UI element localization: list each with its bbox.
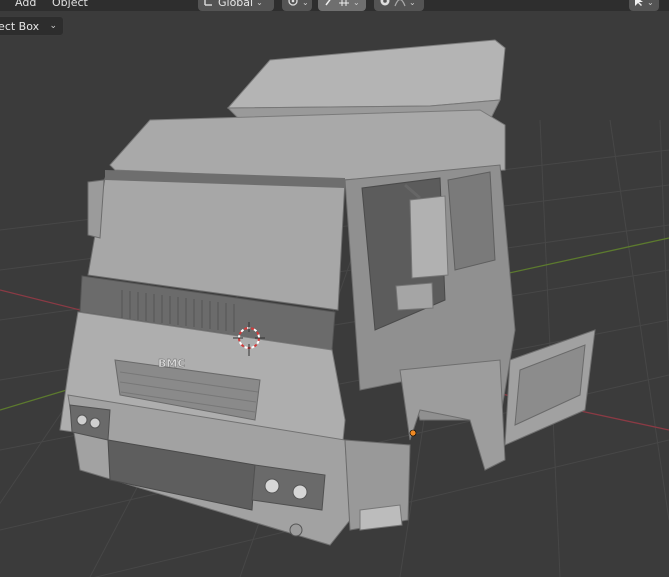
proportional-editing-icon	[379, 0, 391, 10]
snap-grid-icon	[338, 0, 350, 10]
select-mode-label: lect Box	[0, 19, 40, 33]
chevron-down-icon: ⌄	[353, 0, 360, 7]
logo-text: BMC	[158, 357, 185, 370]
select-tool-dropdown[interactable]: ⌄	[629, 0, 659, 11]
chevron-down-icon: ⌄	[49, 21, 57, 31]
proportional-editing-toggle[interactable]: ⌄	[374, 0, 424, 11]
chevron-down-icon: ⌄	[256, 0, 263, 7]
falloff-curve-icon	[394, 0, 406, 10]
transform-orientation-icon	[203, 0, 215, 10]
pivot-point-icon	[287, 0, 299, 10]
select-mode-dropdown[interactable]: lect Box ⌄	[0, 16, 64, 36]
snapping-toggle[interactable]: ⌄	[318, 0, 366, 11]
viewport-canvas[interactable]: BMC	[0, 0, 669, 577]
3d-viewport[interactable]: BMC	[0, 0, 669, 577]
object-origin-icon	[409, 429, 417, 437]
transform-orientation-label: Global	[218, 0, 254, 9]
cursor-arrow-icon	[634, 0, 644, 10]
snap-magnet-icon	[323, 0, 335, 10]
chevron-down-icon: ⌄	[409, 0, 416, 7]
menu-object[interactable]: Object	[52, 0, 88, 11]
truck-cab-mesh[interactable]: BMC	[59, 39, 596, 546]
pivot-point-dropdown[interactable]: ⌄	[282, 0, 312, 11]
y-axis-line-right	[499, 237, 669, 276]
chevron-down-icon: ⌄	[647, 0, 654, 7]
menu-add[interactable]: Add	[15, 0, 36, 11]
chevron-down-icon: ⌄	[302, 0, 309, 7]
viewport-header: Add Object Global ⌄ ⌄ ⌄ ⌄ ⌄	[0, 0, 669, 11]
transform-orientation-dropdown[interactable]: Global ⌄	[198, 0, 274, 11]
